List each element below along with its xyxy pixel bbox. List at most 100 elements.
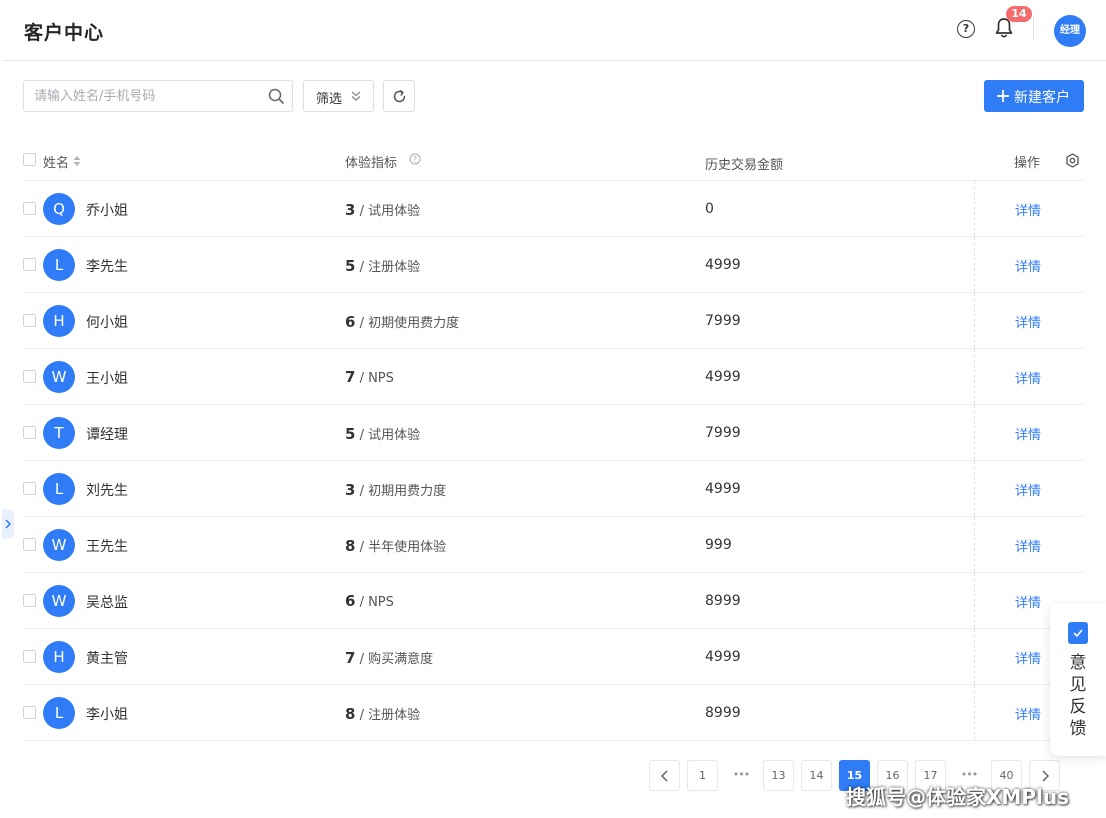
detail-link[interactable]: 详情 [1015,536,1041,555]
detail-link[interactable]: 详情 [1015,200,1041,219]
avatar: Q [43,193,75,225]
settings-icon[interactable] [1065,153,1080,168]
avatar: W [43,529,75,561]
metric-score: 7 [345,368,356,386]
user-avatar[interactable]: 经理 [1054,15,1086,47]
transaction-amount: 4999 [705,369,741,385]
metric-name: / 半年使用体验 [355,540,447,555]
column-divider [974,349,975,404]
row-checkbox[interactable] [23,314,36,327]
transaction-amount: 4999 [705,481,741,497]
row-checkbox[interactable] [23,202,36,215]
detail-link[interactable]: 详情 [1015,704,1041,723]
experience-metric: 8 / 半年使用体验 [345,536,446,555]
detail-link[interactable]: 详情 [1015,648,1041,667]
customer-name: 谭经理 [86,427,128,443]
row-checkbox[interactable] [23,426,36,439]
avatar: L [43,473,75,505]
help-circle-icon[interactable]: ? [409,153,421,165]
filter-label: 筛选 [316,92,343,107]
table-row: L 刘先生 3 / 初期用费力度 4999 详情 [23,461,1084,517]
prev-page-button[interactable] [649,760,680,791]
detail-link[interactable]: 详情 [1015,312,1041,331]
page-button-1[interactable]: 1 [687,760,718,791]
table-row: W 王先生 8 / 半年使用体验 999 详情 [23,517,1084,573]
table-row: W 王小姐 7 / NPS 4999 详情 [23,349,1084,405]
sort-icon[interactable] [73,155,81,167]
refresh-icon [393,90,406,103]
row-checkbox[interactable] [23,594,36,607]
row-checkbox[interactable] [23,706,36,719]
metric-score: 6 [345,313,356,331]
metric-score: 5 [345,425,356,443]
column-divider [974,461,975,516]
detail-link[interactable]: 详情 [1015,424,1041,443]
metric-score: 8 [345,705,356,723]
search-input[interactable] [34,81,259,111]
column-divider [974,517,975,572]
customer-name: 李小姐 [86,707,128,723]
feedback-widget[interactable]: 意见反馈 [1050,604,1106,756]
experience-metric: 5 / 注册体验 [345,256,420,275]
filter-button[interactable]: 筛选 [303,80,374,112]
detail-link[interactable]: 详情 [1015,592,1041,611]
detail-link[interactable]: 详情 [1015,256,1041,275]
table-row: H 何小姐 6 / 初期使用费力度 7999 详情 [23,293,1084,349]
header: 客户中心 ? 14 经理 [4,0,1106,61]
column-divider [974,629,975,684]
customer-name: 黄主管 [86,651,128,667]
watermark: 搜狐号@体验家XMPlus [846,785,1069,809]
help-icon[interactable]: ? [957,20,975,38]
table-row: Q 乔小姐 3 / 试用体验 0 详情 [23,181,1084,237]
new-customer-button[interactable]: 新建客户 [984,80,1084,112]
metric-score: 5 [345,257,356,275]
detail-link[interactable]: 详情 [1015,368,1041,387]
transaction-amount: 7999 [705,425,741,441]
detail-link[interactable]: 详情 [1015,480,1041,499]
select-all-checkbox[interactable] [23,153,36,166]
customer-name: 何小姐 [86,315,128,331]
table-row: H 黄主管 7 / 购买满意度 4999 详情 [23,629,1084,685]
table-body: Q 乔小姐 3 / 试用体验 0 详情 L 李先生 5 / 注册体验 4999 详情 H 何小姐 6 /… [23,181,1084,741]
experience-metric: 6 / NPS [345,592,394,610]
row-checkbox[interactable] [23,538,36,551]
customer-name: 吴总监 [86,595,128,611]
customer-name: 乔小姐 [86,203,128,219]
metric-score: 6 [345,592,356,610]
column-divider [974,293,975,348]
avatar: L [43,249,75,281]
experience-metric: 7 / NPS [345,368,394,386]
row-checkbox[interactable] [23,258,36,271]
metric-score: 8 [345,537,356,555]
row-checkbox[interactable] [23,482,36,495]
metric-name: / 初期使用费力度 [355,316,460,331]
column-divider [974,237,975,292]
transaction-amount: 8999 [705,705,741,721]
svg-text:?: ? [413,155,417,164]
row-checkbox[interactable] [23,650,36,663]
page-ellipsis[interactable]: ••• [959,768,979,781]
search-icon[interactable] [268,88,285,105]
chevron-left-icon [660,770,668,782]
row-checkbox[interactable] [23,370,36,383]
table-row: W 吴总监 6 / NPS 8999 详情 [23,573,1084,629]
experience-metric: 8 / 注册体验 [345,704,420,723]
customer-name: 王先生 [86,539,128,555]
new-customer-label: 新建客户 [1014,90,1070,106]
header-divider [1033,16,1034,40]
experience-metric: 3 / 初期用费力度 [345,480,446,499]
experience-metric: 3 / 试用体验 [345,200,420,219]
table-row: T 谭经理 5 / 试用体验 7999 详情 [23,405,1084,461]
page-button-13[interactable]: 13 [763,760,794,791]
metric-score: 7 [345,649,356,667]
table-row: L 李先生 5 / 注册体验 4999 详情 [23,237,1084,293]
page-ellipsis[interactable]: ••• [731,768,751,781]
notification-badge: 14 [1006,6,1032,22]
page-button-14[interactable]: 14 [801,760,832,791]
search-box [23,80,293,112]
sidebar-expand-toggle[interactable] [2,509,14,539]
refresh-button[interactable] [383,80,415,112]
table-row: L 李小姐 8 / 注册体验 8999 详情 [23,685,1084,741]
feedback-icon [1068,622,1088,644]
experience-metric: 7 / 购买满意度 [345,648,433,667]
